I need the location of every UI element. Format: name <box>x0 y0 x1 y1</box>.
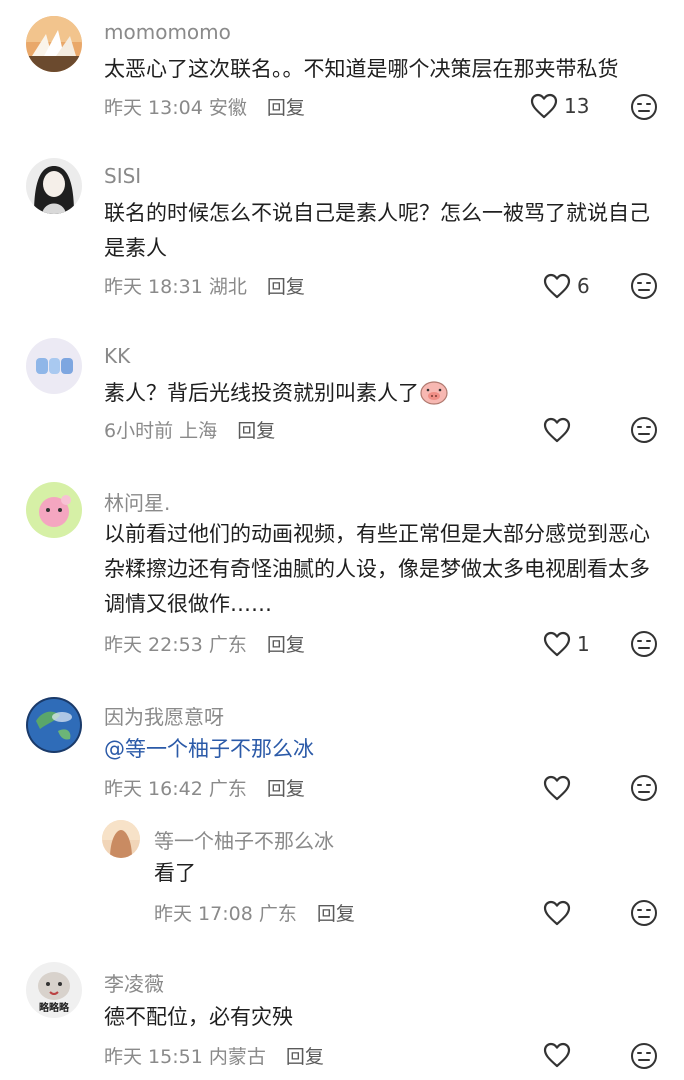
avatar[interactable]: 略略略 <box>26 962 82 1018</box>
comment-text: 德不配位，必有灾殃 <box>104 1005 293 1029</box>
dislike-face-icon[interactable] <box>630 93 658 121</box>
comment-location: 湖北 <box>208 276 247 298</box>
like-button[interactable] <box>543 775 577 801</box>
reply-button[interactable]: 回复 <box>267 97 305 119</box>
username[interactable]: momomomo <box>104 20 231 44</box>
comment-time: 昨天 15:51 <box>104 1046 203 1068</box>
dislike-face-icon[interactable] <box>630 1042 658 1070</box>
heart-icon <box>543 631 571 657</box>
like-count: 13 <box>564 94 590 118</box>
comment-time: 昨天 16:42 <box>104 778 203 800</box>
heart-icon <box>543 273 571 299</box>
like-count: 1 <box>577 632 590 656</box>
mention-link[interactable]: @等一个柚子不那么冰 <box>104 732 659 767</box>
username[interactable]: 林问星. <box>104 487 170 516</box>
comment-time: 6小时前 <box>104 420 174 442</box>
comment-location: 上海 <box>179 420 218 442</box>
avatar[interactable] <box>26 158 82 214</box>
reply-button[interactable]: 回复 <box>286 1046 324 1068</box>
comment-text-content: 素人？背后光线投资就别叫素人了 <box>104 381 419 405</box>
username[interactable]: 李凌薇 <box>104 968 164 997</box>
dislike-face-icon[interactable] <box>630 899 658 927</box>
comment-time: 昨天 13:04 <box>104 97 203 119</box>
reply-button[interactable]: 回复 <box>237 420 275 442</box>
username[interactable]: KK <box>104 344 130 368</box>
comment-time: 昨天 17:08 <box>154 903 253 925</box>
dislike-face-icon[interactable] <box>630 630 658 658</box>
heart-icon <box>543 417 571 443</box>
comment-text: 素人？背后光线投资就别叫素人了 <box>104 376 659 411</box>
avatar[interactable] <box>26 697 82 753</box>
comment-meta: 昨天 17:08 广东 回复 <box>154 899 355 926</box>
avatar[interactable] <box>102 820 140 858</box>
comment-location: 广东 <box>258 903 297 925</box>
comment-meta: 6小时前 上海 回复 <box>104 416 275 443</box>
like-button[interactable]: 1 <box>543 631 590 657</box>
like-button[interactable] <box>543 1042 577 1068</box>
comment-location: 广东 <box>208 634 247 656</box>
heart-icon <box>543 1042 571 1068</box>
comment-meta: 昨天 16:42 广东 回复 <box>104 774 305 801</box>
username[interactable]: 等一个柚子不那么冰 <box>154 825 334 854</box>
heart-icon <box>530 93 558 119</box>
like-button[interactable]: 13 <box>530 93 589 119</box>
dislike-face-icon[interactable] <box>630 272 658 300</box>
like-button[interactable]: 6 <box>543 273 590 299</box>
comment-location: 内蒙古 <box>208 1046 266 1068</box>
dislike-face-icon[interactable] <box>630 416 658 444</box>
heart-icon <box>543 900 571 926</box>
reply-button[interactable]: 回复 <box>317 903 355 925</box>
like-button[interactable] <box>543 900 577 926</box>
comment-meta: 昨天 15:51 内蒙古 回复 <box>104 1042 324 1069</box>
comment-meta: 昨天 13:04 安徽 回复 <box>104 93 305 120</box>
reply-button[interactable]: 回复 <box>267 634 305 656</box>
heart-icon <box>543 775 571 801</box>
comment-time: 昨天 22:53 <box>104 634 203 656</box>
reply-button[interactable]: 回复 <box>267 778 305 800</box>
username[interactable]: 因为我愿意呀 <box>104 701 224 730</box>
comment-text: 太恶心了这次联名。。不知道是哪个决策层在那夹带私货 <box>104 57 619 81</box>
like-count: 6 <box>577 274 590 298</box>
like-button[interactable] <box>543 417 577 443</box>
comment-text: 以前看过他们的动画视频，有些正常但是大部分感觉到恶心杂糅擦边还有奇怪油腻的人设，… <box>104 522 650 616</box>
dislike-face-icon[interactable] <box>630 774 658 802</box>
comment-time: 昨天 18:31 <box>104 276 203 298</box>
comment-location: 安徽 <box>208 97 247 119</box>
reply-button[interactable]: 回复 <box>267 276 305 298</box>
comment-meta: 昨天 18:31 湖北 回复 <box>104 272 305 299</box>
avatar[interactable] <box>26 338 82 394</box>
avatar[interactable] <box>26 16 82 72</box>
comment-text: 看了 <box>154 861 196 885</box>
avatar[interactable] <box>26 482 82 538</box>
comment-meta: 昨天 22:53 广东 回复 <box>104 630 305 657</box>
avatar-caption: 略略略 <box>39 1003 69 1014</box>
pig-face-emoji-icon <box>420 381 448 405</box>
comment-location: 广东 <box>208 778 247 800</box>
comment-text: 联名的时候怎么不说自己是素人呢？怎么一被骂了就说自己是素人 <box>104 201 650 260</box>
username[interactable]: SISI <box>104 164 141 188</box>
